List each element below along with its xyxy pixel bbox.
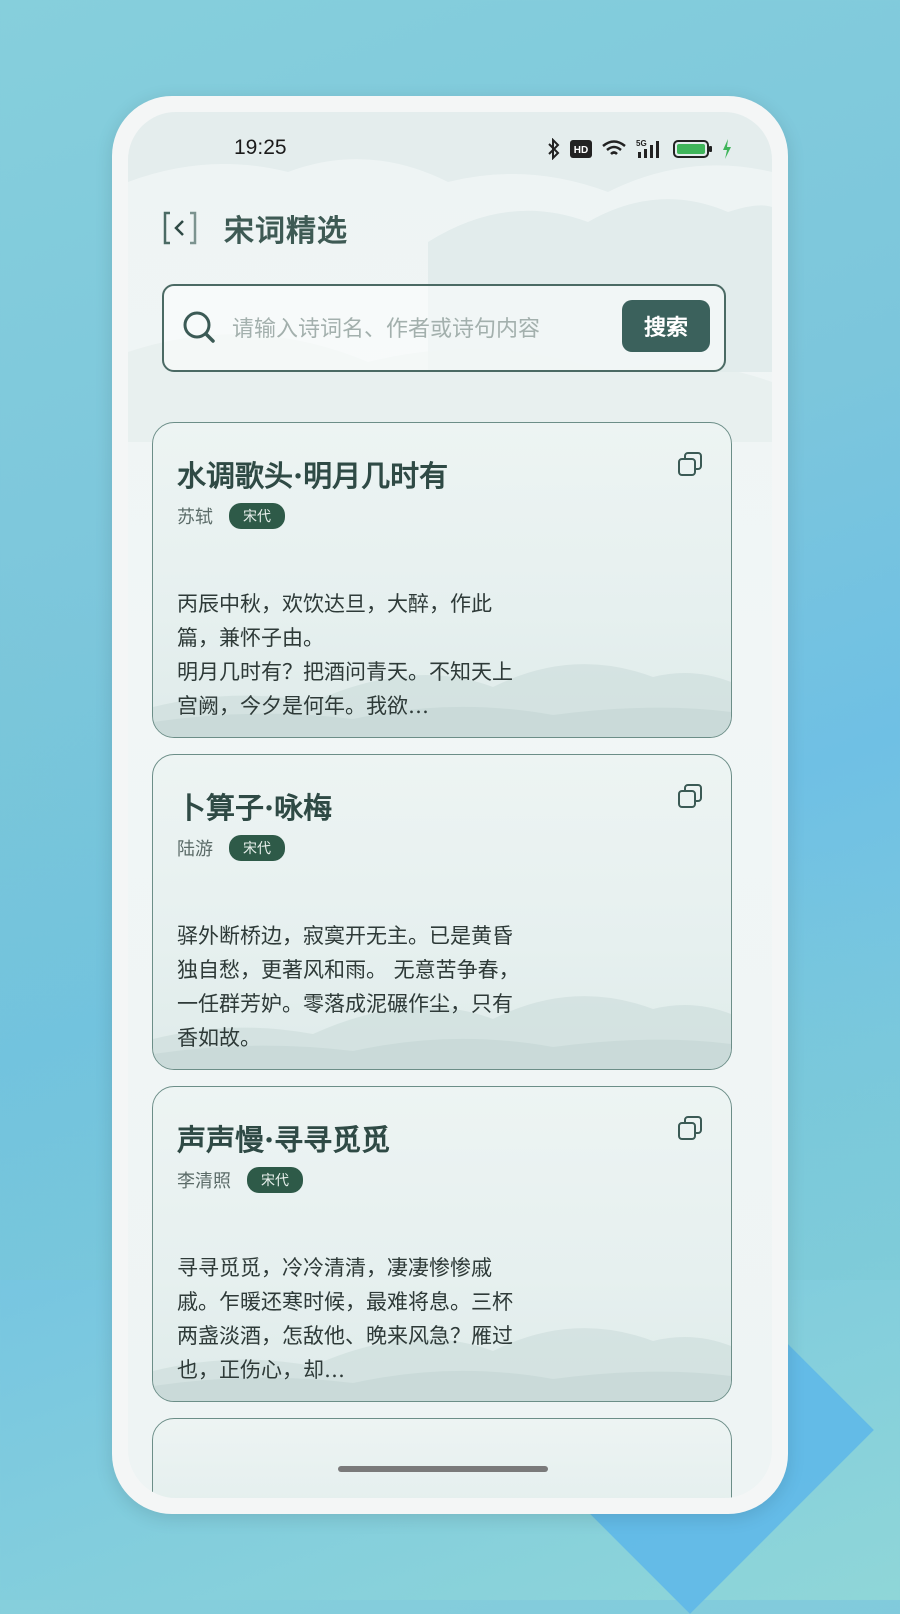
poem-author: 陆游 [177,839,213,860]
back-button[interactable] [162,210,198,246]
poem-card[interactable]: 声声慢·寻寻觅觅 李清照 宋代 寻寻觅觅，冷冷清清，凄凄惨惨戚戚。乍暖还寒时候，… [152,1086,732,1402]
wifi-icon [601,139,627,163]
poem-card[interactable]: 水调歌头·明月几时有 苏轼 宋代 丙辰中秋，欢饮达旦，大醉，作此篇，兼怀子由。 … [152,422,732,738]
dynasty-badge: 宋代 [229,503,285,529]
poem-title: 水调歌头·明月几时有 [177,459,449,493]
home-indicator[interactable] [338,1466,548,1472]
page-title: 宋词精选 [224,214,348,249]
page-header: 宋词精选 [162,198,348,258]
status-icons: HD 5G [547,137,732,164]
poem-meta: 李清照 宋代 [177,1167,303,1193]
phone-frame: 19:25 HD 5G 宋词精选 请输入诗词名、作者或诗句内容 搜索 水调歌头·… [112,96,788,1514]
dynasty-badge: 宋代 [247,1167,303,1193]
search-icon [183,311,215,343]
status-bar: 19:25 HD 5G [128,132,772,172]
poem-meta: 陆游 宋代 [177,835,285,861]
poem-card[interactable]: 卜算子·咏梅 陆游 宋代 驿外断桥边，寂寞开无主。已是黄昏独自愁，更著风和雨。 … [152,754,732,1070]
5g-signal-icon: 5G [636,138,664,164]
copy-icon[interactable] [677,1115,703,1141]
copy-icon[interactable] [677,783,703,809]
copy-icon[interactable] [677,451,703,477]
poem-excerpt: 丙辰中秋，欢饮达旦，大醉，作此篇，兼怀子由。 明月几时有？把酒问青天。不知天上宫… [177,592,513,718]
back-chevron-icon [163,211,197,245]
status-time: 19:25 [234,136,287,159]
app-screen: 19:25 HD 5G 宋词精选 请输入诗词名、作者或诗句内容 搜索 水调歌头·… [128,112,772,1498]
search-bar: 搜索 [162,284,726,372]
poem-title: 声声慢·寻寻觅觅 [177,1123,391,1157]
poem-meta: 苏轼 宋代 [177,503,285,529]
poem-author: 苏轼 [177,507,213,528]
network-label: 5G [636,139,647,148]
bluetooth-icon [547,137,561,164]
charging-icon [722,139,732,163]
hd-icon: HD [570,140,592,162]
poem-excerpt: 驿外断桥边，寂寞开无主。已是黄昏独自愁，更著风和雨。 无意苦争春，一任群芳妒。零… [177,924,520,1050]
battery-icon [673,139,713,163]
poem-title: 卜算子·咏梅 [177,791,333,825]
poem-excerpt: 寻寻觅觅，冷冷清清，凄凄惨惨戚戚。乍暖还寒时候，最难将息。三杯两盏淡酒，怎敌他、… [177,1256,513,1382]
dynasty-badge: 宋代 [229,835,285,861]
poem-card-partial[interactable] [152,1418,732,1498]
hd-label: HD [574,145,588,156]
search-button[interactable]: 搜索 [622,300,710,352]
search-input[interactable] [230,308,604,350]
poem-author: 李清照 [177,1171,231,1192]
